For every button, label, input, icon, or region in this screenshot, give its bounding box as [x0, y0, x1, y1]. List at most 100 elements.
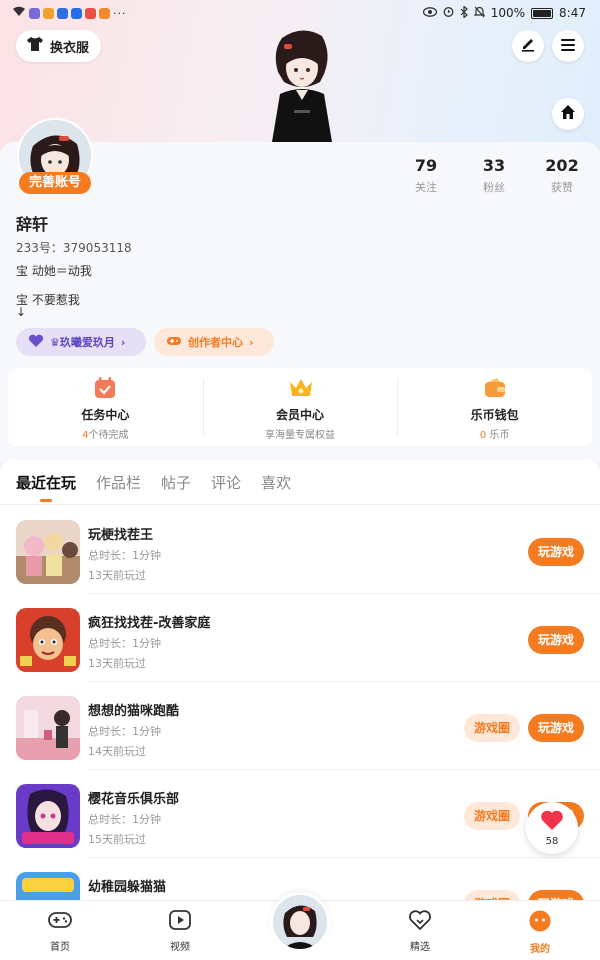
tab-comments[interactable]: 评论 — [211, 472, 241, 493]
heart-outline-icon — [408, 909, 432, 935]
active-tab-indicator — [40, 499, 52, 502]
creator-center-label: 创作者中心 — [188, 336, 243, 349]
crown-icon — [288, 376, 312, 400]
nav-video[interactable]: 视频 — [150, 909, 210, 953]
wallet-icon — [483, 376, 507, 400]
game-circle-button[interactable]: 游戏圈 — [464, 714, 520, 742]
bio-line: ↓ — [16, 305, 27, 319]
game-row[interactable]: 樱花音乐俱乐部 总时长：1分钟 15天前玩过 游戏圈 玩游戏 — [0, 770, 600, 858]
nav-featured-label: 精选 — [410, 942, 430, 953]
game-last-played: 15天前玩过 — [88, 833, 146, 846]
stat-following[interactable]: 79 关注 — [396, 156, 456, 195]
task-center[interactable]: 任务中心 4个待完成 — [8, 368, 203, 446]
bluetooth-icon — [460, 4, 468, 21]
smiley-face-icon — [528, 909, 552, 937]
pen-icon — [520, 36, 536, 56]
stat-likes-value: 202 — [545, 156, 579, 175]
creator-center-tag[interactable]: 创作者中心 › — [154, 328, 274, 356]
coin-wallet-title: 乐币钱包 — [470, 408, 519, 422]
play-game-button[interactable]: 玩游戏 — [528, 626, 584, 654]
red-heart-icon — [540, 809, 564, 835]
nav-video-label: 视频 — [170, 942, 190, 953]
coin-wallet[interactable]: 乐币钱包 0 乐币 — [397, 368, 592, 446]
menu-button[interactable] — [552, 30, 584, 62]
tab-posts[interactable]: 帖子 — [161, 472, 191, 493]
member-center-subtitle: 享海量专属权益 — [265, 426, 335, 441]
game-thumbnail — [16, 520, 80, 584]
calendar-check-icon — [93, 376, 117, 400]
hamburger-menu-icon — [560, 37, 576, 56]
mute-icon — [473, 6, 486, 21]
game-duration: 总时长：1分钟 — [88, 725, 161, 738]
game-name: 樱花音乐俱乐部 — [88, 792, 180, 807]
play-game-button[interactable]: 玩游戏 — [528, 714, 584, 742]
app-notification-icon — [71, 7, 82, 19]
nav-home-label: 首页 — [50, 942, 70, 953]
stat-following-value: 79 — [414, 156, 438, 175]
app-notification-icon — [43, 7, 54, 19]
content-tabs: 最近在玩 作品栏 帖子 评论 喜欢 — [16, 472, 291, 493]
game-row[interactable]: 想想的猫咪跑酷 总时长：1分钟 14天前玩过 游戏圈 玩游戏 — [0, 682, 600, 770]
complete-account-badge[interactable]: 完善账号 — [19, 172, 91, 194]
status-bar-left: ··· — [12, 6, 127, 20]
home-button[interactable] — [552, 98, 584, 130]
edit-profile-button[interactable] — [512, 30, 544, 62]
stat-followers[interactable]: 33 粉丝 — [464, 156, 524, 195]
stat-following-label: 关注 — [415, 181, 437, 194]
game-thumbnail — [16, 608, 80, 672]
stat-likes-label: 获赞 — [551, 181, 573, 194]
member-center[interactable]: 会员中心 享海量专属权益 — [202, 368, 398, 446]
battery-percent: 100% — [490, 6, 526, 20]
wifi-icon — [12, 6, 26, 20]
fan-group-tag[interactable]: ♛玖曦爱玖月 › — [16, 328, 146, 356]
chevron-right-icon: › — [120, 335, 126, 349]
task-center-sub-text: 个待完成 — [88, 430, 129, 441]
floating-like-button[interactable]: 58 — [526, 802, 578, 854]
status-bar-right: 100% 8:47 — [422, 4, 586, 21]
nav-center-avatar[interactable] — [270, 892, 330, 952]
chevron-right-icon: › — [249, 335, 254, 349]
fan-group-label: ♛玖曦爱玖月 — [50, 336, 115, 349]
member-center-sub-text: 享海量专属权益 — [265, 430, 335, 441]
status-bar: ··· 100% 8:47 — [0, 0, 600, 26]
nav-featured[interactable]: 精选 — [390, 909, 450, 953]
game-thumbnail — [16, 696, 80, 760]
tab-likes[interactable]: 喜欢 — [261, 472, 291, 493]
purple-heart-icon — [28, 334, 44, 351]
app-notification-icon — [29, 7, 40, 19]
video-play-icon — [168, 909, 192, 935]
app-notification-icon — [99, 7, 110, 19]
game-last-played: 13天前玩过 — [88, 569, 146, 582]
change-outfit-button[interactable]: 换衣服 — [16, 30, 102, 62]
stat-likes[interactable]: 202 获赞 — [532, 156, 592, 195]
bio-line: 宝 动她＝动我 — [16, 264, 92, 278]
tab-recently-played[interactable]: 最近在玩 — [16, 472, 76, 493]
nav-mine[interactable]: 我的 — [510, 909, 570, 955]
tab-divider — [0, 504, 600, 505]
game-duration: 总时长：1分钟 — [88, 637, 161, 650]
app-notification-icon — [57, 7, 68, 19]
content-list-area: 最近在玩 作品栏 帖子 评论 喜欢 玩梗找茬王 总时长：1分钟 13天前玩过 玩… — [0, 460, 600, 960]
nav-home[interactable]: 首页 — [30, 909, 90, 953]
stat-followers-label: 粉丝 — [483, 181, 505, 194]
play-game-button[interactable]: 玩游戏 — [528, 538, 584, 566]
coin-wallet-subtitle: 0 乐币 — [480, 426, 510, 441]
character-avatar[interactable] — [262, 24, 342, 142]
services-panel: 任务中心 4个待完成 会员中心 享海量专属权益 乐币钱包 0 乐币 — [8, 368, 592, 446]
game-name: 幼稚园躲猫猫 — [88, 880, 167, 895]
gamepad-icon — [166, 335, 182, 350]
battery-icon — [531, 7, 554, 19]
game-circle-button[interactable]: 游戏圈 — [464, 802, 520, 830]
like-count: 58 — [545, 836, 559, 847]
task-center-subtitle: 4个待完成 — [82, 426, 128, 441]
alarm-icon — [443, 6, 454, 20]
game-last-played: 14天前玩过 — [88, 745, 146, 758]
game-last-played: 13天前玩过 — [88, 657, 146, 670]
tab-works[interactable]: 作品栏 — [96, 472, 141, 493]
game-row[interactable]: 疯狂找找茬-改善家庭 总时长：1分钟 13天前玩过 玩游戏 — [0, 594, 600, 682]
game-duration: 总时长：1分钟 — [88, 813, 161, 826]
clock: 8:47 — [559, 6, 586, 20]
change-outfit-label: 换衣服 — [50, 40, 90, 56]
tshirt-icon — [26, 36, 44, 56]
game-row[interactable]: 玩梗找茬王 总时长：1分钟 13天前玩过 玩游戏 — [0, 506, 600, 594]
